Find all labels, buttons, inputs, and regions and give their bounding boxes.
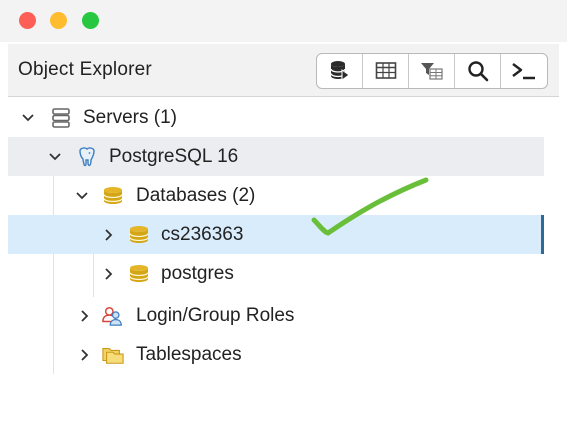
search-objects-icon: [467, 61, 488, 82]
tree-node-label: postgres: [161, 262, 234, 284]
view-data-icon: [375, 62, 396, 79]
tree-node-tablespaces[interactable]: Tablespaces: [8, 335, 544, 374]
databases-icon: [102, 185, 124, 207]
tree-node-label: Servers (1): [83, 106, 177, 128]
tree-node-login-group-roles[interactable]: Login/Group Roles: [8, 296, 544, 335]
chevron-right-icon[interactable]: [78, 309, 92, 323]
query-tool-button[interactable]: [317, 54, 363, 88]
psql-tool-button[interactable]: [501, 54, 547, 88]
filtered-rows-icon: [420, 63, 443, 80]
object-explorer-header: Object Explorer: [8, 44, 559, 97]
search-objects-button[interactable]: [455, 54, 501, 88]
database-icon: [128, 224, 150, 246]
tree-node-databases[interactable]: Databases (2): [8, 176, 544, 215]
chevron-right-icon[interactable]: [102, 228, 116, 242]
tree-node-label: PostgreSQL 16: [109, 145, 239, 167]
pgadmin-window: Object Explorer Servers (1) PostgreSQL 1…: [0, 0, 567, 438]
zoom-window-button[interactable]: [82, 12, 99, 29]
panel-title: Object Explorer: [18, 59, 152, 80]
tree-node-database-cs236363[interactable]: cs236363: [8, 215, 544, 254]
tree-node-server-postgresql[interactable]: PostgreSQL 16: [8, 137, 544, 176]
psql-tool-icon: [512, 63, 535, 80]
tree-node-label: Login/Group Roles: [136, 304, 295, 326]
database-icon: [128, 263, 150, 285]
chevron-down-icon[interactable]: [48, 150, 62, 164]
server-group-icon: [50, 107, 72, 129]
postgresql-elephant-icon: [76, 146, 98, 168]
view-data-button[interactable]: [363, 54, 409, 88]
close-window-button[interactable]: [19, 12, 36, 29]
title-bar: [0, 0, 567, 42]
chevron-down-icon[interactable]: [21, 111, 35, 125]
tree-node-label: Databases (2): [136, 184, 256, 206]
login-group-roles-icon: [102, 305, 124, 327]
chevron-right-icon[interactable]: [78, 348, 92, 362]
chevron-down-icon[interactable]: [75, 189, 89, 203]
chevron-right-icon[interactable]: [102, 267, 116, 281]
tree-node-label: cs236363: [161, 223, 244, 245]
filtered-rows-button[interactable]: [409, 54, 455, 88]
tree-node-database-postgres[interactable]: postgres: [8, 254, 544, 293]
query-tool-icon: [329, 61, 350, 81]
explorer-toolbar: [316, 53, 548, 89]
tablespaces-folder-icon: [102, 344, 124, 366]
tree-node-label: Tablespaces: [136, 343, 242, 365]
tree-node-servers[interactable]: Servers (1): [8, 98, 544, 137]
minimize-window-button[interactable]: [50, 12, 67, 29]
